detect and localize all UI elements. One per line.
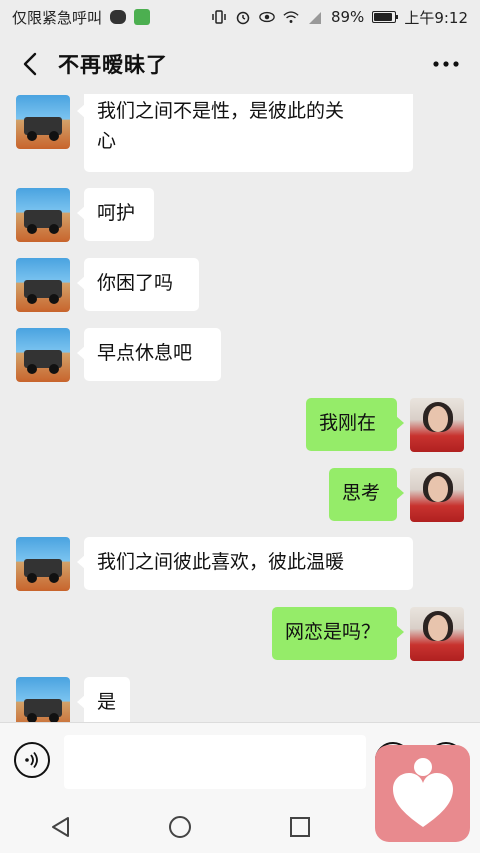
avatar[interactable] [16,258,70,312]
app-notification-icon [134,9,151,25]
chevron-left-icon [23,52,37,76]
message-input[interactable] [64,735,366,789]
alarm-icon [235,9,251,25]
avatar[interactable] [410,607,464,661]
nav-back-button[interactable] [40,807,80,847]
vibrate-icon [211,9,227,25]
avatar[interactable] [410,398,464,452]
avatar[interactable] [16,537,70,591]
avatar[interactable] [410,468,464,522]
triangle-back-icon [52,816,69,837]
status-left: 仅限紧急呼叫 [12,7,151,28]
wechat-notification-icon [110,9,127,25]
clock-time: 上午9:12 [404,8,468,27]
status-bar: 仅限紧急呼叫 89% 上午9:12 [0,0,480,34]
message-bubble[interactable]: 网恋是吗？ [272,607,404,660]
wifi-icon [283,9,299,25]
avatar[interactable] [16,677,70,722]
floating-app-overlay[interactable] [375,745,470,842]
avatar[interactable] [16,95,70,149]
more-dots-icon [433,61,459,67]
back-button[interactable] [18,52,42,76]
message-bubble[interactable]: 是 [77,677,130,722]
heart-person-icon [392,757,453,827]
battery-icon [372,11,399,23]
message-bubble[interactable]: 早点休息吧 [77,328,221,381]
chat-title: 不再暧昧了 [58,53,168,77]
circle-home-icon [169,815,191,838]
voice-icon [25,751,38,769]
chat-header: 不再暧昧了 [0,34,480,94]
eye-icon [259,9,275,25]
voice-button[interactable] [14,742,50,778]
battery-percent: 89% [330,8,365,26]
square-recent-icon [290,816,310,837]
status-right: 89% 上午9:12 [211,7,468,28]
more-button[interactable] [430,48,462,80]
message-bubble[interactable]: 我们之间不是性，是彼此的关 心 [77,94,413,172]
signal-icon [307,9,323,25]
carrier-text: 仅限紧急呼叫 [12,8,103,27]
message-bubble[interactable]: 思考 [329,468,404,521]
message-list[interactable]: 我们之间不是性，是彼此的关 心 呵护 你困了吗 早点休息吧 我刚在 思考 我们之… [0,94,480,722]
nav-home-button[interactable] [160,807,200,847]
avatar[interactable] [16,328,70,382]
message-bubble[interactable]: 呵护 [77,188,154,241]
message-bubble[interactable]: 你困了吗 [77,258,199,311]
message-bubble[interactable]: 我刚在 [306,398,404,451]
message-bubble[interactable]: 我们之间彼此喜欢，彼此温暖 [77,537,413,590]
nav-recent-button[interactable] [280,807,320,847]
avatar[interactable] [16,188,70,242]
